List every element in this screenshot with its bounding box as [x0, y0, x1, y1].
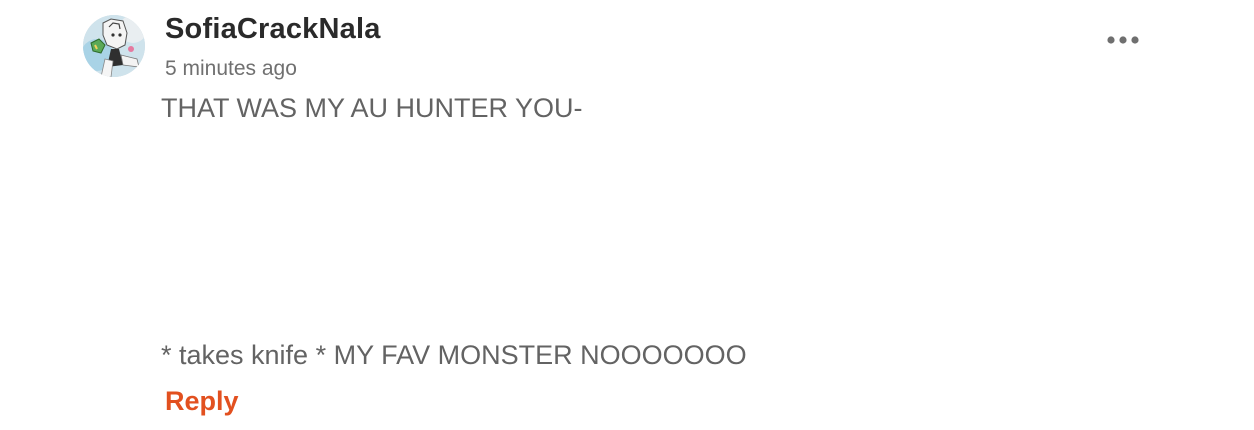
timestamp: 5 minutes ago: [165, 57, 297, 80]
reply-button[interactable]: Reply: [165, 384, 239, 418]
more-options-icon: [1107, 36, 1139, 44]
user-avatar-icon: [83, 15, 145, 77]
avatar[interactable]: [83, 15, 145, 77]
more-options-button[interactable]: [1102, 26, 1146, 54]
comment-text-line: THAT WAS MY AU HUNTER YOU-: [161, 93, 583, 123]
username[interactable]: SofiaCrackNala: [165, 11, 381, 47]
comment-card: SofiaCrackNala 5 minutes ago THAT WAS MY…: [0, 0, 1254, 430]
comment-text-line: * takes knife * MY FAV MONSTER NOOOOOOO: [161, 340, 747, 370]
